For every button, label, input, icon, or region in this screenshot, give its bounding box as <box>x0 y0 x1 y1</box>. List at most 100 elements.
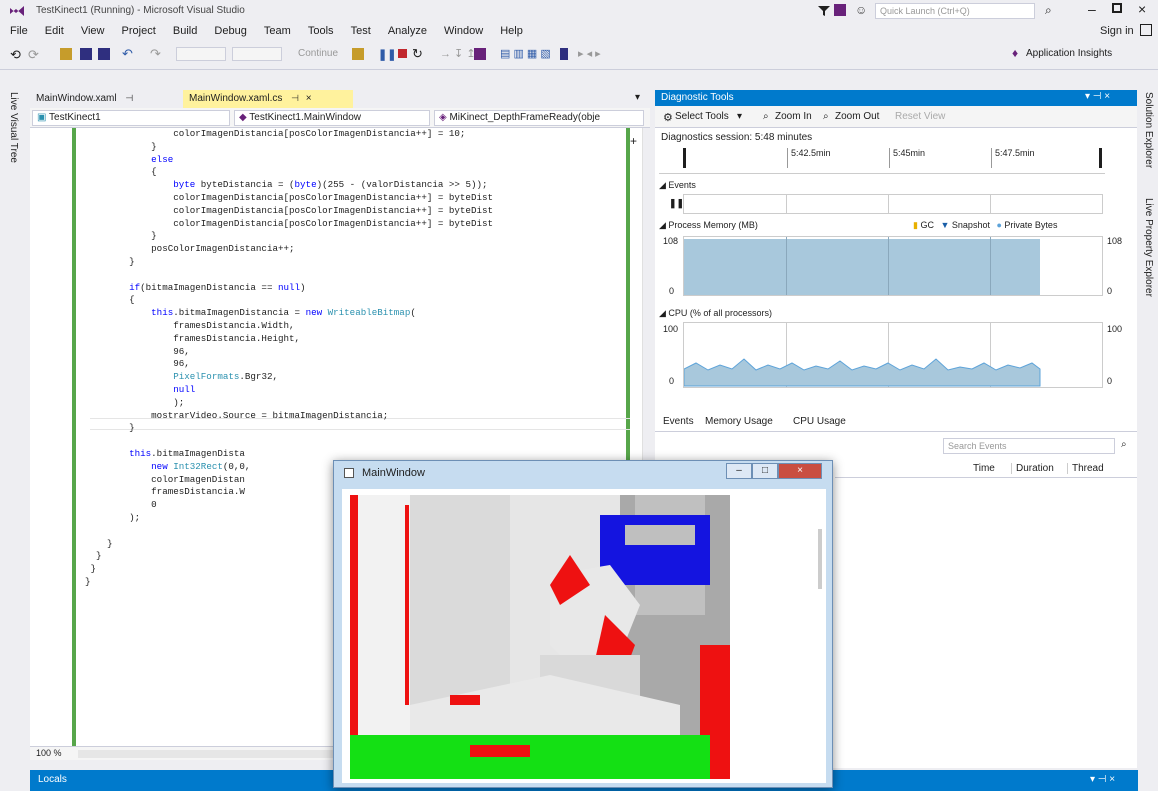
menu-team[interactable]: Team <box>264 25 291 37</box>
grid-line <box>990 237 991 295</box>
cpu-chart[interactable] <box>683 322 1103 388</box>
live-property-explorer-tab[interactable]: Live Property Explorer <box>1143 198 1154 297</box>
back-icon[interactable]: ⟲ <box>10 47 21 63</box>
tab-cpu-usage[interactable]: CPU Usage <box>793 416 846 427</box>
menu-project[interactable]: Project <box>122 25 156 37</box>
menu-analyze[interactable]: Analyze <box>388 25 427 37</box>
minimize-button[interactable]: – <box>726 463 752 479</box>
bookmark-icon[interactable] <box>560 48 568 60</box>
solution-explorer-tab[interactable]: Solution Explorer <box>1143 92 1154 168</box>
pin-icon[interactable]: ⊣ <box>291 93 299 103</box>
split-icon[interactable]: + <box>630 134 637 148</box>
gear-icon[interactable]: ⚙ <box>663 111 673 124</box>
reset-view-button[interactable]: Reset View <box>895 111 945 122</box>
column-thread[interactable]: Thread <box>1067 463 1104 474</box>
stop-icon[interactable] <box>398 49 407 58</box>
forward-icon[interactable]: ⟳ <box>28 47 39 63</box>
code-line: } <box>85 230 157 242</box>
continue-button[interactable]: Continue <box>298 48 338 59</box>
account-icon[interactable] <box>1140 24 1152 36</box>
project-combo[interactable]: ▣ TestKinect1 <box>32 110 230 126</box>
search-icon[interactable]: ⌕ <box>1045 3 1052 18</box>
column-duration[interactable]: Duration <box>1011 463 1054 474</box>
step-icons[interactable]: → ↧ ↥ <box>440 47 476 60</box>
bookmark-nav-icons[interactable]: ▸ ◂ ▸ <box>578 47 601 60</box>
zoom-out-button[interactable]: Zoom Out <box>835 111 879 122</box>
code-line: colorImagenDistancia[posColorImagenDista… <box>85 128 466 139</box>
timeline-ruler[interactable]: 5:42.5min 5:45min 5:47.5min <box>659 148 1105 174</box>
diagnostics-icon[interactable] <box>474 48 486 60</box>
pin-icon[interactable]: ⊣ <box>125 93 133 103</box>
search-icon[interactable]: ⌕ <box>1121 439 1127 450</box>
menu-tools[interactable]: Tools <box>308 25 334 37</box>
tab-memory-usage[interactable]: Memory Usage <box>705 416 773 427</box>
search-events-input[interactable]: Search Events <box>943 438 1115 454</box>
dropdown-arrow-icon[interactable]: ▾ <box>737 111 742 122</box>
filter-icon[interactable] <box>817 5 831 17</box>
platform-select[interactable] <box>232 47 282 61</box>
minimize-button[interactable]: – <box>1088 1 1096 17</box>
restart-icon[interactable]: ↻ <box>412 46 423 62</box>
menu-build[interactable]: Build <box>173 25 197 37</box>
pause-icon[interactable]: ❚❚ <box>378 48 396 61</box>
redo-icon[interactable]: ↷ <box>150 46 161 62</box>
new-project-icon[interactable] <box>60 48 72 60</box>
diag-toolbar: ⚙ Select Tools ▾ ⌕ Zoom In ⌕ Zoom Out Re… <box>655 106 1137 128</box>
column-time[interactable]: Time <box>973 463 995 474</box>
menu-test[interactable]: Test <box>351 25 371 37</box>
code-line: ); <box>85 396 185 408</box>
kinect-window-titlebar[interactable]: MainWindow – □ × <box>334 461 832 487</box>
visual-studio-logo-icon <box>10 6 24 16</box>
live-visual-tree-tab[interactable]: Live Visual Tree <box>8 92 19 163</box>
class-combo[interactable]: ◆ TestKinect1.MainWindow <box>234 110 430 126</box>
panel-controls-icons[interactable]: ▾ ⊣ × <box>1085 91 1110 102</box>
zoom-level[interactable]: 100 % <box>36 748 62 758</box>
select-tools-button[interactable]: Select Tools <box>675 111 729 122</box>
tab-mainwindow-xaml[interactable]: MainWindow.xaml ⊣ <box>30 90 180 108</box>
menu-window[interactable]: Window <box>444 25 483 37</box>
menu-debug[interactable]: Debug <box>214 25 246 37</box>
code-line: PixelFormats.Bgr32, <box>173 371 278 383</box>
debug-target-icon[interactable] <box>352 48 364 60</box>
feedback-icon[interactable]: ☺ <box>855 3 867 17</box>
undo-icon[interactable]: ↶ <box>122 46 133 62</box>
code-line: 96, <box>85 345 190 357</box>
panel-controls-icons[interactable]: ▾ ⊣ × <box>1090 774 1115 785</box>
configuration-select[interactable] <box>176 47 226 61</box>
quick-launch-input[interactable]: Quick Launch (Ctrl+Q) <box>875 3 1035 19</box>
member-combo[interactable]: ◈ MiKinect_DepthFrameReady(obje <box>434 110 644 126</box>
menu-view[interactable]: View <box>81 25 105 37</box>
zoom-in-icon[interactable]: ⌕ <box>763 111 769 122</box>
menu-edit[interactable]: Edit <box>45 25 64 37</box>
tab-dropdown-icon[interactable]: ▾ <box>635 92 640 103</box>
menu-file[interactable]: File <box>10 25 28 37</box>
break-event-icon: ❚❚ <box>669 198 685 208</box>
zoom-out-icon[interactable]: ⌕ <box>823 111 829 122</box>
code-line: posColorImagenDistancia++; <box>85 243 295 255</box>
zoom-in-button[interactable]: Zoom In <box>775 111 812 122</box>
grid-line <box>888 195 889 213</box>
menu-help[interactable]: Help <box>500 25 523 37</box>
layout-icons[interactable]: ▤ ▥ ▦ ▧ <box>500 47 551 60</box>
close-icon[interactable]: × <box>306 93 312 104</box>
window-title: TestKinect1 (Running) - Microsoft Visual… <box>36 5 245 16</box>
close-button[interactable]: × <box>1138 1 1146 17</box>
timeline-end-marker[interactable] <box>1099 148 1102 168</box>
app-insights-icon[interactable]: ♦ <box>1012 46 1018 60</box>
tab-events[interactable]: Events <box>663 416 694 427</box>
scrollbar[interactable] <box>818 529 822 589</box>
save-icon[interactable] <box>80 48 92 60</box>
notifications-icon[interactable] <box>834 4 846 16</box>
timeline-start-marker[interactable] <box>683 148 686 168</box>
maximize-button[interactable] <box>1112 3 1122 13</box>
save-all-icon[interactable] <box>98 48 110 60</box>
grid-line <box>990 195 991 213</box>
app-insights-button[interactable]: Application Insights <box>1026 48 1112 59</box>
kinect-app-window[interactable]: MainWindow – □ × <box>333 460 833 788</box>
tick-label: 5:42.5min <box>787 148 831 168</box>
sign-in-link[interactable]: Sign in <box>1100 25 1134 37</box>
close-button[interactable]: × <box>778 463 822 479</box>
memory-chart[interactable] <box>683 236 1103 296</box>
maximize-button[interactable]: □ <box>752 463 778 479</box>
tab-mainwindow-xaml-cs[interactable]: MainWindow.xaml.cs ⊣ × <box>183 90 353 108</box>
